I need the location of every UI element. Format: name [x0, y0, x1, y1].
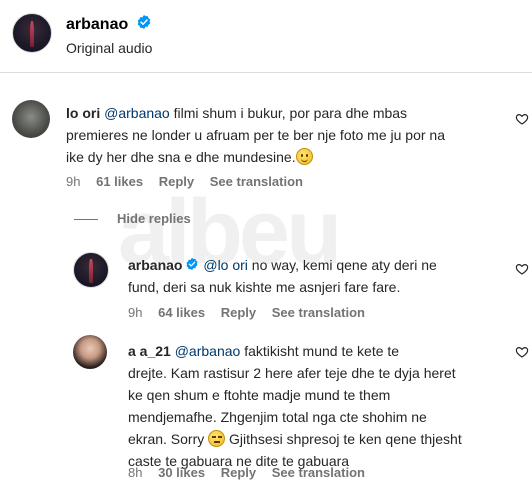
- reply-avatar[interactable]: [73, 335, 107, 369]
- heart-outline-icon[interactable]: [515, 112, 529, 126]
- comment-text-line: premieres ne londer u afruam per te ber …: [66, 127, 445, 143]
- comment-username[interactable]: lo ori: [66, 105, 100, 121]
- post-author-avatar[interactable]: [12, 13, 52, 53]
- header-divider: [0, 72, 532, 73]
- neutral-face-emoji-icon: [208, 430, 226, 447]
- comment-avatar[interactable]: [12, 100, 50, 138]
- original-audio-label[interactable]: Original audio: [66, 40, 152, 56]
- heart-outline-icon[interactable]: [515, 345, 529, 359]
- reply-text-line: no way, kemi qene aty deri ne: [247, 257, 437, 273]
- heart-outline-icon[interactable]: [515, 262, 529, 276]
- reply-text-line: Gjithsesi shpresoj te ken qene thjesht: [225, 431, 462, 447]
- see-translation-button[interactable]: See translation: [210, 174, 303, 189]
- comment-body: lo ori @arbanao filmi shum i bukur, por …: [66, 102, 506, 168]
- see-translation-button[interactable]: See translation: [272, 305, 365, 320]
- reply-text-line: mendjemafhe. Zhgenjim total nga cte shoh…: [128, 409, 427, 425]
- smiley-emoji-icon: [295, 148, 313, 165]
- reply-text-line: fund, deri sa nuk kishte me asnjeri fare…: [128, 279, 401, 295]
- reply-body: a a_21 @arbanao faktikisht mund te kete …: [128, 340, 513, 472]
- reply-mention[interactable]: @lo ori: [203, 257, 248, 273]
- reply-likes[interactable]: 30 likes: [158, 465, 205, 480]
- reply-mention[interactable]: @arbanao: [175, 343, 241, 359]
- reply-text-line: drejte. Kam rastisur 2 here afer teje dh…: [128, 365, 456, 381]
- reply-meta: 8h 30 likes Reply See translation: [128, 465, 365, 480]
- reply-avatar[interactable]: [73, 252, 109, 288]
- comment-text-line: filmi shum i bukur, por para dhe mbas: [169, 105, 408, 121]
- hide-replies-button[interactable]: Hide replies: [117, 211, 191, 226]
- reply-button[interactable]: Reply: [221, 465, 256, 480]
- see-translation-button[interactable]: See translation: [272, 465, 365, 480]
- verified-badge-icon: [137, 15, 150, 29]
- reply-username[interactable]: a a_21: [128, 343, 171, 359]
- reply-button[interactable]: Reply: [221, 305, 256, 320]
- reply-button[interactable]: Reply: [159, 174, 194, 189]
- reply-time: 9h: [128, 305, 143, 320]
- hide-replies-line: [74, 219, 98, 220]
- comment-time: 9h: [66, 174, 81, 189]
- comment-text-line: ike dy her dhe sna e dhe mundesine.: [66, 149, 296, 165]
- reply-username[interactable]: arbanao: [128, 257, 182, 273]
- reply-text-line: ekran. Sorry: [128, 431, 205, 447]
- reply-body: arbanao @lo ori no way, kemi qene aty de…: [128, 254, 508, 298]
- comment-meta: 9h 61 likes Reply See translation: [66, 174, 303, 189]
- verified-badge-icon: [186, 257, 198, 271]
- reply-text-line: ke qen shum e ftohte madje mund te them: [128, 387, 391, 403]
- comment-mention[interactable]: @arbanao: [104, 105, 170, 121]
- comment-likes[interactable]: 61 likes: [96, 174, 143, 189]
- post-author-username[interactable]: arbanao: [66, 16, 128, 33]
- reply-likes[interactable]: 64 likes: [158, 305, 205, 320]
- reply-time: 8h: [128, 465, 143, 480]
- post-author-row: arbanao: [66, 14, 152, 34]
- reply-meta: 9h 64 likes Reply See translation: [128, 305, 365, 320]
- reply-text-line: faktikisht mund te kete te: [240, 343, 400, 359]
